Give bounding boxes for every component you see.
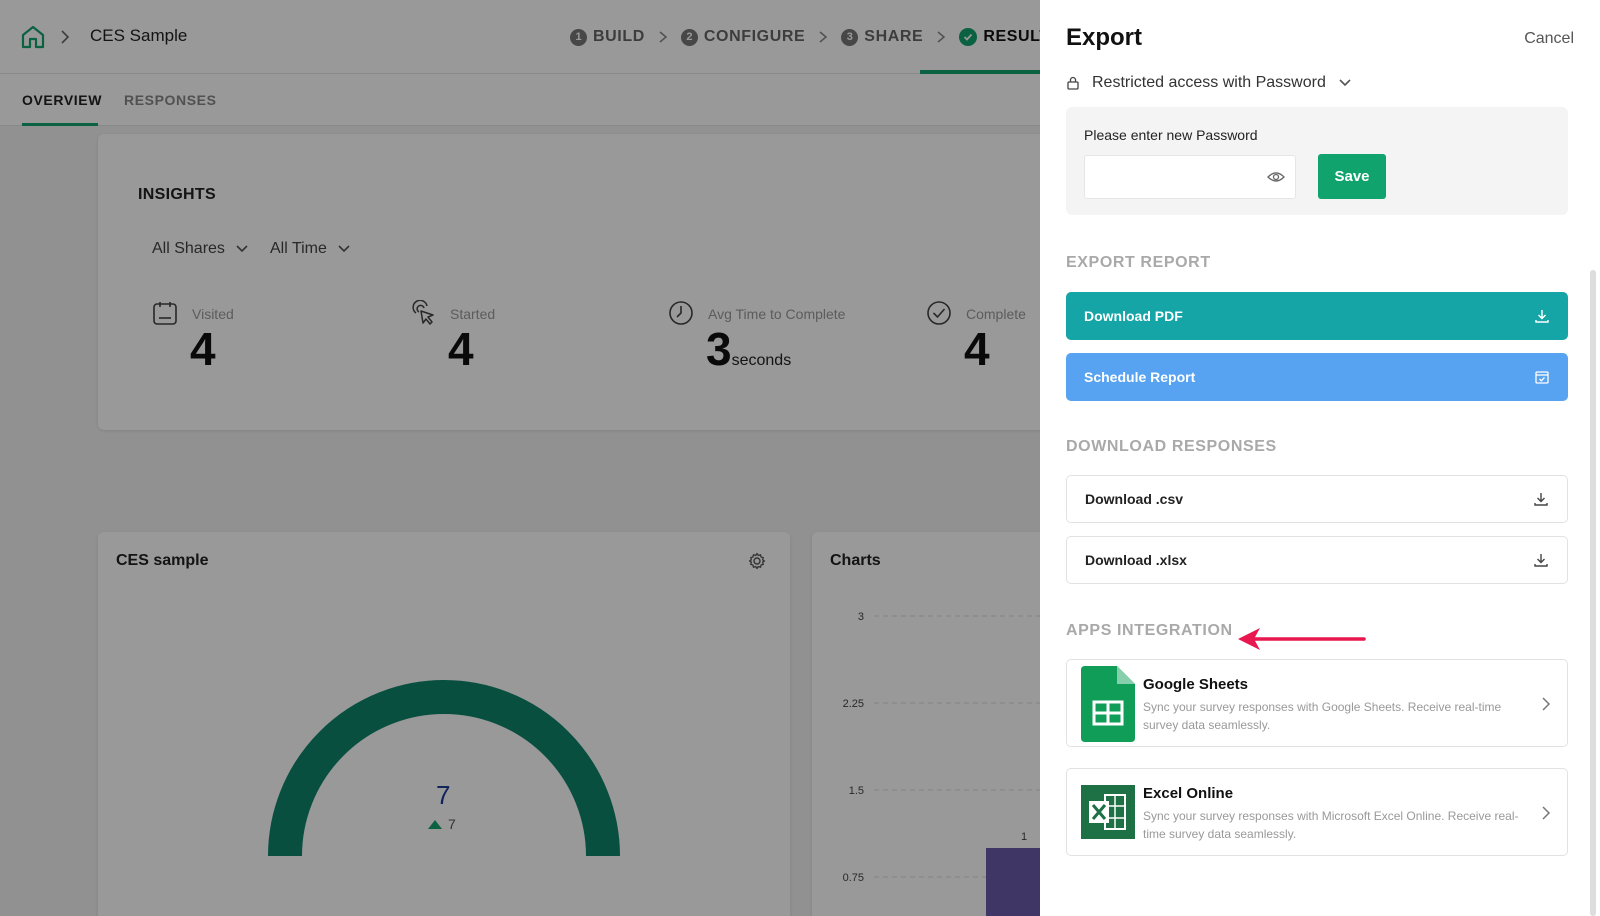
cancel-button[interactable]: Cancel xyxy=(1524,30,1574,48)
schedule-report-label: Schedule Report xyxy=(1084,369,1196,385)
results-page: CES Sample 1 BUILD 2 CONFIGURE 3 SHARE R… xyxy=(0,0,1040,916)
download-pdf-button[interactable]: Download PDF xyxy=(1066,292,1568,340)
download-csv-label: Download .csv xyxy=(1085,491,1184,507)
apps-integration-title: APPS INTEGRATION xyxy=(1066,622,1233,639)
password-input[interactable] xyxy=(1084,155,1296,199)
download-icon xyxy=(1534,493,1548,506)
access-label: Restricted access with Password xyxy=(1092,74,1326,91)
download-icon xyxy=(1534,554,1548,567)
eye-icon[interactable] xyxy=(1267,170,1285,184)
download-pdf-label: Download PDF xyxy=(1084,308,1183,324)
download-icon xyxy=(1535,310,1549,323)
download-responses-title: DOWNLOAD RESPONSES xyxy=(1066,438,1277,455)
excel-online-row[interactable]: Excel Online Sync your survey responses … xyxy=(1066,768,1568,856)
save-button[interactable]: Save xyxy=(1318,154,1386,199)
annotation-arrow-icon xyxy=(1238,628,1366,650)
chevron-right-icon xyxy=(1542,806,1551,820)
excel-icon xyxy=(1081,785,1135,839)
download-xlsx-label: Download .xlsx xyxy=(1085,552,1187,568)
panel-title: Export xyxy=(1066,24,1143,51)
password-label: Please enter new Password xyxy=(1084,127,1258,143)
google-sheets-row[interactable]: Google Sheets Sync your survey responses… xyxy=(1066,659,1568,747)
calendar-check-icon xyxy=(1535,371,1549,384)
lock-icon xyxy=(1067,76,1079,90)
app-name: Excel Online xyxy=(1143,785,1234,802)
download-csv-button[interactable]: Download .csv xyxy=(1066,475,1568,523)
panel-scrollbar[interactable] xyxy=(1590,270,1596,916)
export-panel: Export Cancel Restricted access with Pas… xyxy=(1040,0,1600,916)
chevron-right-icon xyxy=(1542,697,1551,711)
modal-backdrop[interactable] xyxy=(0,0,1040,916)
app-description: Sync your survey responses with Microsof… xyxy=(1143,809,1519,841)
chevron-down-icon xyxy=(1339,79,1351,87)
download-xlsx-button[interactable]: Download .xlsx xyxy=(1066,536,1568,584)
google-sheets-icon xyxy=(1081,666,1135,742)
access-dropdown[interactable]: Restricted access with Password xyxy=(1066,74,1352,92)
export-report-title: EXPORT REPORT xyxy=(1066,254,1211,271)
schedule-report-button[interactable]: Schedule Report xyxy=(1066,353,1568,401)
app-description: Sync your survey responses with Google S… xyxy=(1143,700,1502,732)
password-box: Please enter new Password Save xyxy=(1066,107,1568,215)
app-name: Google Sheets xyxy=(1143,676,1249,693)
